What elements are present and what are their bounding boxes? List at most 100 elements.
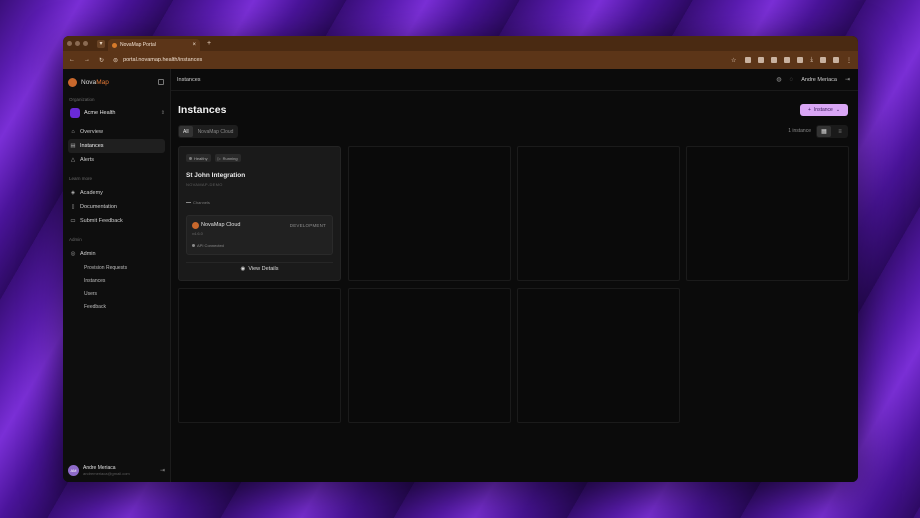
environment-version: v4.6.0 (192, 231, 203, 236)
section-label-organization: Organization (69, 97, 95, 102)
add-instance-button[interactable]: + Instance ⌄ (800, 104, 848, 116)
sidebar-item-label: Admin (80, 251, 96, 257)
browser-tab[interactable]: NovaMap Portal × (108, 39, 200, 51)
avatar: AM (68, 465, 79, 476)
sidebar-item-documentation[interactable]: ▯ Documentation (68, 200, 165, 214)
sidebar-subitem-feedback[interactable]: Feedback (68, 300, 165, 313)
breadcrumb: Instances (177, 76, 201, 83)
browser-menu-icon[interactable]: ⋮ (846, 57, 852, 64)
sidebar-item-label: Submit Feedback (80, 218, 123, 224)
reload-icon[interactable]: ↻ (99, 57, 104, 64)
forward-icon[interactable]: → (84, 57, 90, 63)
view-details-button[interactable]: ◉ View Details (186, 262, 333, 274)
new-tab-icon[interactable]: + (207, 40, 211, 47)
sidebar-item-admin[interactable]: ◎ Admin (68, 247, 165, 261)
sidebar-item-instances[interactable]: ▤ Instances (68, 139, 165, 153)
api-status: API Connected (192, 243, 224, 248)
organization-icon (70, 108, 80, 118)
instance-count: 1 instance (788, 128, 811, 134)
sidebar-item-academy[interactable]: ◈ Academy (68, 186, 165, 200)
download-icon[interactable]: ⤓ (810, 57, 813, 64)
collapse-sidebar-icon[interactable] (158, 79, 164, 85)
tab-all[interactable]: All (179, 126, 193, 137)
top-bar: Instances ◍ ◌ Andre Meriaca ⇥ (171, 69, 858, 91)
profile-icon[interactable] (833, 57, 839, 63)
browser-toolbar: ← → ↻ ⊜ portal.novamap.health/instances … (63, 51, 858, 69)
extension-icon[interactable] (745, 57, 752, 63)
tab-list-icon[interactable]: ▾ (97, 39, 105, 48)
sidebar-subitem-instances[interactable]: Instances (68, 274, 165, 287)
extension-icon[interactable] (784, 57, 791, 63)
status-dot-icon (189, 156, 192, 160)
sidebar-subitem-provision-requests[interactable]: Provision Requests (68, 261, 165, 274)
chevron-updown-icon: ⇕ (160, 110, 165, 116)
environment-panel: NovaMap Cloud DEVELOPMENT v4.6.0 API Con… (186, 215, 333, 255)
organization-name: Acme Health (84, 110, 116, 116)
bookmark-star-icon[interactable]: ☆ (731, 57, 736, 64)
learn-nav: ◈ Academy ▯ Documentation ▭ Submit Feedback (68, 186, 165, 228)
window-close-button[interactable] (67, 41, 72, 46)
dash-icon (186, 202, 191, 203)
status-dot-icon (192, 244, 195, 247)
environment-name: NovaMap Cloud (201, 222, 241, 228)
empty-grid-cell (517, 288, 680, 423)
topbar-user-name[interactable]: Andre Meriaca (801, 77, 837, 83)
empty-grid-cell (686, 146, 849, 281)
admin-subnav: Provision Requests Instances Users Feedb… (68, 261, 165, 313)
sidebar-item-overview[interactable]: ⌂ Overview (68, 125, 165, 139)
user-email: andremeriaca@gmail.com (83, 471, 130, 476)
eye-icon: ◉ (240, 265, 246, 272)
logout-icon[interactable]: ⇥ (160, 467, 165, 474)
extension-icon[interactable] (771, 57, 778, 63)
book-icon: ▯ (71, 204, 75, 210)
filter-tabs: All NovaMap Cloud (178, 125, 239, 138)
chevron-down-icon: ⌄ (835, 107, 841, 113)
state-badge-label: Running (222, 155, 238, 161)
brand[interactable]: NovaMap (68, 76, 165, 88)
user-menu[interactable]: AM Andre Meriaca andremeriaca@gmail.com … (68, 465, 165, 476)
sidebar-item-submit-feedback[interactable]: ▭ Submit Feedback (68, 214, 165, 228)
instance-card[interactable]: Healthy ▷ Running St John Integration NOV… (178, 146, 341, 281)
extension-icon[interactable] (758, 57, 765, 63)
sidebar: NovaMap Organization Acme Health ⇕ ⌂ Over… (63, 69, 171, 482)
shield-check-icon: ◎ (70, 251, 76, 257)
browser-tab-bar: ▾ NovaMap Portal × + (63, 36, 858, 51)
help-icon[interactable]: ◍ (776, 76, 781, 83)
list-view-icon[interactable]: ≡ (833, 126, 847, 137)
instance-id: NOVAMAP-DEMO (186, 182, 223, 187)
empty-grid-cell (348, 288, 511, 423)
split-view-icon[interactable] (820, 57, 826, 63)
chat-icon[interactable]: ◌ (790, 77, 794, 83)
window-minimize-button[interactable] (75, 41, 80, 46)
sign-out-icon[interactable]: ⇥ (845, 76, 850, 83)
home-icon: ⌂ (71, 129, 75, 135)
sidebar-item-label: Overview (80, 129, 103, 135)
empty-grid-cell (517, 146, 680, 281)
main-nav: ⌂ Overview ▤ Instances △ Alerts (68, 125, 165, 167)
address-bar[interactable]: portal.novamap.health/instances (123, 57, 202, 63)
extension-icon[interactable] (797, 57, 804, 63)
empty-grid-cell (348, 146, 511, 281)
add-instance-label: Instance (813, 107, 833, 113)
page-title: Instances (178, 104, 227, 116)
admin-nav: ◎ Admin (68, 247, 165, 261)
site-info-icon[interactable]: ⊜ (113, 57, 118, 64)
window-zoom-button[interactable] (83, 41, 88, 46)
api-status-label: API Connected (197, 243, 224, 248)
back-icon[interactable]: ← (69, 57, 75, 63)
play-icon: ▷ (217, 155, 221, 161)
organization-switcher[interactable]: Acme Health ⇕ (68, 107, 165, 119)
close-tab-icon[interactable]: × (192, 42, 196, 48)
browser-window: ▾ NovaMap Portal × + ← → ↻ ⊜ portal.nova… (63, 36, 858, 482)
state-badge: ▷ Running (214, 154, 241, 162)
sidebar-item-label: Instances (80, 143, 104, 149)
environment-tag: DEVELOPMENT (289, 223, 326, 228)
empty-grid-cell (178, 288, 341, 423)
favicon-icon (112, 42, 117, 48)
sidebar-subitem-users[interactable]: Users (68, 287, 165, 300)
brand-name-suffix: Map (96, 78, 109, 86)
tab-novamap-cloud[interactable]: NovaMap Cloud (194, 126, 238, 137)
sidebar-item-alerts[interactable]: △ Alerts (68, 153, 165, 167)
grid-view-icon[interactable]: ▦ (817, 126, 831, 137)
sidebar-item-label: Academy (80, 190, 103, 196)
